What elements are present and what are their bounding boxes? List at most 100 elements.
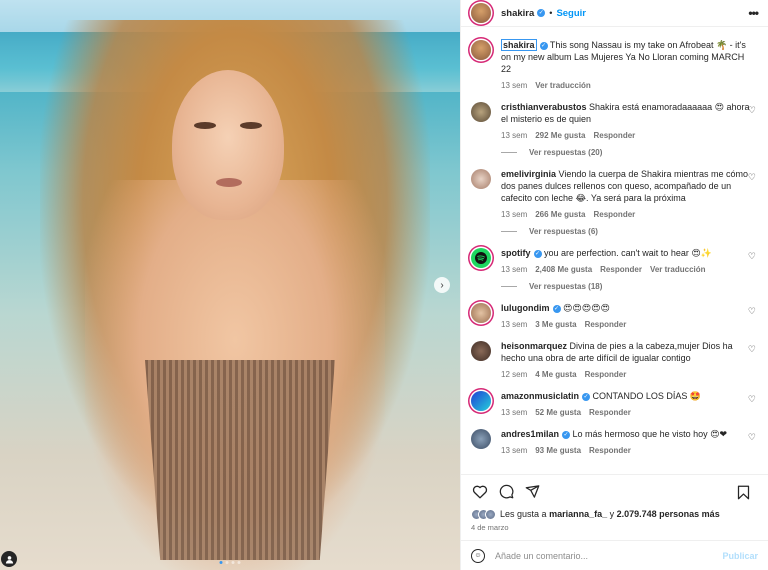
header-username[interactable]: shakira: [501, 8, 534, 19]
comment-item: andres1milan ✓ Lo más hermoso que he vist…: [471, 428, 758, 455]
reply-button[interactable]: Responder: [585, 320, 627, 329]
heart-icon[interactable]: ♡: [748, 105, 756, 116]
more-options-icon[interactable]: •••: [748, 6, 759, 20]
heart-icon[interactable]: ♡: [748, 306, 756, 317]
translate-link[interactable]: Ver traducción: [650, 265, 706, 274]
avatar[interactable]: [471, 303, 491, 323]
avatar[interactable]: [471, 169, 491, 189]
comment-time[interactable]: 12 sem: [501, 370, 527, 379]
comment-time[interactable]: 13 sem: [501, 131, 527, 140]
reply-button[interactable]: Responder: [600, 265, 642, 274]
comment-username[interactable]: andres1milan: [501, 429, 559, 439]
view-replies-button[interactable]: Ver respuestas (6): [501, 227, 758, 236]
comment-likes[interactable]: 266 Me gusta: [535, 210, 585, 219]
replies-divider: [501, 152, 517, 153]
user-tag-icon[interactable]: [1, 551, 17, 567]
reply-button[interactable]: Responder: [593, 210, 635, 219]
comment-time[interactable]: 13 sem: [501, 446, 527, 455]
comment-text: you are perfection. can't wait to hear 😍…: [544, 248, 712, 258]
caption-time[interactable]: 13 sem: [501, 81, 527, 90]
comment-text: Lo más hermoso que he visto hoy 😍❤: [572, 429, 728, 439]
view-replies-label: Ver respuestas (18): [529, 282, 603, 291]
comment-username[interactable]: cristhianverabustos: [501, 102, 587, 112]
heart-icon[interactable]: ♡: [748, 344, 756, 355]
comment-username[interactable]: amazonmusiclatin: [501, 391, 579, 401]
avatar[interactable]: [471, 341, 491, 361]
emoji-icon[interactable]: ☺: [471, 548, 485, 563]
separator-dot: •: [549, 8, 553, 18]
chevron-right-icon[interactable]: ›: [434, 277, 450, 293]
follow-button[interactable]: Seguir: [556, 8, 586, 19]
add-comment-bar: ☺ Publicar: [461, 540, 768, 570]
reply-button[interactable]: Responder: [589, 408, 631, 417]
verified-badge-icon: ✓: [562, 430, 571, 439]
comments-list[interactable]: shakira ✓ This song Nassau is my take on …: [461, 27, 768, 474]
view-replies-label: Ver respuestas (20): [529, 148, 603, 157]
likes-joiner: y: [609, 509, 615, 519]
carousel-dot: [219, 561, 223, 564]
comment-likes[interactable]: 3 Me gusta: [535, 320, 576, 329]
caption: shakira ✓ This song Nassau is my take on …: [471, 39, 758, 90]
comment-item: emelivirginia Viendo la cuerpa de Shakir…: [471, 168, 758, 219]
verified-badge-icon: ✓: [539, 41, 548, 50]
comment-likes[interactable]: 292 Me gusta: [535, 131, 585, 140]
post-button[interactable]: Publicar: [722, 551, 758, 561]
comment-item: amazonmusiclatin ✓ CONTANDO LOS DÍAS 🤩 13…: [471, 390, 758, 417]
comment-likes[interactable]: 52 Me gusta: [535, 408, 581, 417]
comment-text: CONTANDO LOS DÍAS 🤩: [592, 391, 702, 401]
heart-icon[interactable]: [471, 482, 489, 500]
comment-time[interactable]: 13 sem: [501, 408, 527, 417]
reply-button[interactable]: Responder: [593, 131, 635, 140]
avatar[interactable]: [471, 429, 491, 449]
heart-icon[interactable]: ♡: [748, 394, 756, 405]
likes-prefix: Les gusta a: [500, 509, 547, 519]
share-icon[interactable]: [523, 482, 541, 500]
heart-icon[interactable]: ♡: [748, 251, 756, 262]
comment-time[interactable]: 13 sem: [501, 210, 527, 219]
avatar[interactable]: [471, 40, 491, 60]
likes-count[interactable]: 2.079.748 personas más: [617, 509, 720, 519]
avatar: [485, 508, 496, 520]
spotify-avatar[interactable]: [471, 248, 491, 268]
comment-item: heisonmarquez Divina de pies a la cabeza…: [471, 340, 758, 379]
comment-username[interactable]: spotify: [501, 248, 531, 258]
heart-icon[interactable]: ♡: [748, 432, 756, 443]
heart-icon[interactable]: ♡: [748, 172, 756, 183]
comment-input[interactable]: [495, 550, 723, 561]
view-replies-button[interactable]: Ver respuestas (20): [501, 148, 758, 157]
post-image[interactable]: ›: [0, 0, 460, 570]
comment-likes[interactable]: 93 Me gusta: [535, 446, 581, 455]
replies-divider: [501, 286, 517, 287]
caption-text: This song Nassau is my take on Afrobeat …: [501, 40, 746, 74]
caption-username[interactable]: shakira: [501, 39, 537, 51]
avatar[interactable]: [471, 102, 491, 122]
face-shape: [172, 70, 284, 220]
fringe-top-shape: [145, 360, 335, 560]
replies-divider: [501, 231, 517, 232]
view-replies-button[interactable]: Ver respuestas (18): [501, 282, 758, 291]
comment-username[interactable]: lulugondim: [501, 303, 550, 313]
comment-time[interactable]: 13 sem: [501, 320, 527, 329]
comment-likes[interactable]: 4 Me gusta: [535, 370, 576, 379]
eye-shape: [194, 122, 216, 129]
comment-time[interactable]: 13 sem: [501, 265, 527, 274]
liker-username[interactable]: marianna_fa_: [549, 509, 607, 519]
verified-badge-icon: ✓: [533, 249, 542, 258]
comment-icon[interactable]: [497, 482, 515, 500]
comment-likes[interactable]: 2,408 Me gusta: [535, 265, 592, 274]
verified-badge-icon: ✓: [582, 392, 591, 401]
comment-item: spotify ✓ you are perfection. can't wait …: [471, 247, 758, 274]
comment-username[interactable]: emelivirginia: [501, 169, 556, 179]
comment-username[interactable]: heisonmarquez: [501, 341, 567, 351]
post-date[interactable]: 4 de marzo: [461, 521, 768, 535]
bookmark-icon[interactable]: [734, 483, 752, 501]
view-replies-label: Ver respuestas (6): [529, 227, 598, 236]
translate-link[interactable]: Ver traducción: [535, 81, 591, 90]
reply-button[interactable]: Responder: [585, 370, 627, 379]
amazon-music-avatar[interactable]: [471, 391, 491, 411]
spotify-logo-icon: [475, 252, 487, 264]
carousel-dot: [225, 561, 229, 564]
avatar[interactable]: [471, 3, 491, 23]
reply-button[interactable]: Responder: [589, 446, 631, 455]
liker-avatars: [471, 508, 496, 520]
